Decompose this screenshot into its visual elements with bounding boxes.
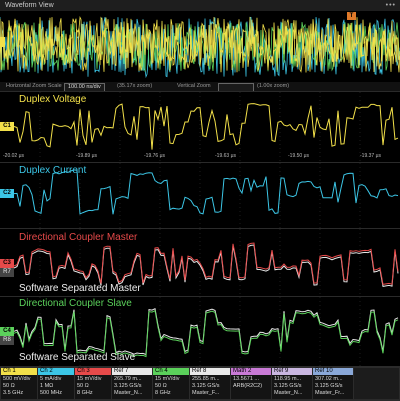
ref8-badge[interactable]: R8 xyxy=(0,336,14,345)
add-channel-area[interactable] xyxy=(354,368,399,399)
channel-tile-name: Ch 4 xyxy=(153,368,189,375)
channel-tile-line: 255.85 m... xyxy=(192,376,220,382)
channel-tile-line: ARB(R2C2) xyxy=(233,383,263,389)
zoom-scale-bar: Horizontal Zoom Scale 100.00 ns/div (35.… xyxy=(0,82,400,92)
channel-tile-line: 3.125 GS/s xyxy=(114,383,142,389)
channel-tile-name: Ch 3 xyxy=(75,368,111,375)
overview-waveform-plot xyxy=(0,11,400,82)
channel-tile-ref9[interactable]: Ref 9 118.95 m... 3.125 GS/s Master_N... xyxy=(272,368,312,399)
panel-title-coupler-slave: Directional Coupler Slave xyxy=(19,298,132,309)
overview-ch1-marker xyxy=(0,37,5,47)
panel-directional-coupler-master[interactable]: Directional Coupler Master Software Sepa… xyxy=(0,228,400,297)
channel-tile-line: 3.125 GS/s xyxy=(274,383,302,389)
time-tick: -20.02 μs xyxy=(3,153,24,159)
vertical-zoom-factor: (1.00x zoom) xyxy=(257,83,290,89)
channel-tile-line: 8 GHz xyxy=(155,390,171,396)
channel-tile-name: Ref 7 xyxy=(112,368,152,375)
window-menu-icon[interactable]: ••• xyxy=(386,0,396,11)
channel-tile-name: Ref 8 xyxy=(190,368,230,375)
ch4-badge[interactable]: C4 xyxy=(0,327,14,336)
channel-tile-name: Ch 2 xyxy=(38,368,74,375)
vertical-zoom-label: Vertical Zoom xyxy=(177,83,211,89)
channel-tile-line: 15 mV/div xyxy=(155,376,180,382)
channel-tile-ch1[interactable]: Ch 1 500 mV/div 50 Ω 3.5 GHz xyxy=(1,368,37,399)
channel-tile-line: 50 Ω xyxy=(3,383,15,389)
channel-tile-ref10[interactable]: Ref 10 307.02 m... 3.125 GS/s Master_Fr.… xyxy=(313,368,353,399)
time-tick: -19.50 μs xyxy=(288,153,309,159)
channel-tile-name: Ch 1 xyxy=(1,368,37,375)
channel-tile-line: 13.5671 ... xyxy=(233,376,259,382)
horizontal-zoom-factor: (35.17x zoom) xyxy=(117,83,153,89)
trigger-marker-icon[interactable]: T xyxy=(347,12,356,20)
overview-waveform[interactable]: T xyxy=(0,11,400,82)
channel-tile-name: Math 2 xyxy=(231,368,271,375)
ch3-badge[interactable]: C3 xyxy=(0,259,14,268)
channel-tile-line: Master_N... xyxy=(114,390,143,396)
panel-duplex-voltage[interactable]: Duplex Voltage C1 -20.02 μs -19.89 μs -1… xyxy=(0,91,400,163)
channel-tile-line: 5 mA/div xyxy=(40,376,62,382)
panel-duplex-current[interactable]: Duplex Current C2 xyxy=(0,162,400,229)
channel-tile-line: 265.79 m... xyxy=(114,376,142,382)
ref7-badge[interactable]: R7 xyxy=(0,268,14,277)
horizontal-zoom-label: Horizontal Zoom Scale xyxy=(6,83,62,89)
channel-tile-line: 307.02 m... xyxy=(315,376,343,382)
channel-tile-line: 500 mV/div xyxy=(3,376,31,382)
channel-tile-math2[interactable]: Math 2 13.5671 ... ARB(R2C2) xyxy=(231,368,271,399)
channel-tile-line: 3.5 GHz xyxy=(3,390,24,396)
time-tick: -19.89 μs xyxy=(76,153,97,159)
time-tick: -19.76 μs xyxy=(144,153,165,159)
channel-tile-line: 500 MHz xyxy=(40,390,63,396)
channel-tile-ref7[interactable]: Ref 7 265.79 m... 3.125 GS/s Master_N... xyxy=(112,368,152,399)
panel-subtitle-software-slave: Software Separated Slave xyxy=(19,352,136,363)
channel-tile-line: Master_F... xyxy=(192,390,220,396)
waveform-view-titlebar: Waveform View ••• xyxy=(0,0,400,11)
ch1-badge[interactable]: C1 xyxy=(0,122,14,131)
panel-title-duplex-voltage: Duplex Voltage xyxy=(19,94,87,105)
channel-tile-line: 50 Ω xyxy=(77,383,89,389)
channel-settings-bar: Ch 1 500 mV/div 50 Ω 3.5 GHz Ch 2 5 mA/d… xyxy=(0,366,400,401)
channel-tile-line: 3.125 GS/s xyxy=(192,383,220,389)
channel-tile-ref8[interactable]: Ref 8 255.85 m... 3.125 GS/s Master_F... xyxy=(190,368,230,399)
channel-tile-ch3[interactable]: Ch 3 15 mV/div 50 Ω 8 GHz xyxy=(75,368,111,399)
channel-tile-line: Master_Fr... xyxy=(315,390,345,396)
channel-tile-line: 15 mV/div xyxy=(77,376,102,382)
channel-tile-line: 118.95 m... xyxy=(274,376,302,382)
channel-tile-ch2[interactable]: Ch 2 5 mA/div 1 MΩ 500 MHz xyxy=(38,368,74,399)
panel-subtitle-software-master: Software Separated Master xyxy=(19,283,141,294)
time-tick: -19.37 μs xyxy=(360,153,381,159)
channel-tile-line: 1 MΩ xyxy=(40,383,54,389)
channel-tile-line: 50 Ω xyxy=(155,383,167,389)
channel-tile-name: Ref 10 xyxy=(313,368,353,375)
channel-tile-name: Ref 9 xyxy=(272,368,312,375)
panel-title-coupler-master: Directional Coupler Master xyxy=(19,232,138,243)
window-title: Waveform View xyxy=(5,2,54,9)
ch2-badge[interactable]: C2 xyxy=(0,189,14,198)
channel-tile-line: 3.125 GS/s xyxy=(315,383,343,389)
channel-tile-line: Master_N... xyxy=(274,390,303,396)
channel-tile-line: 8 GHz xyxy=(77,390,93,396)
time-tick: -19.63 μs xyxy=(215,153,236,159)
channel-tile-ch4[interactable]: Ch 4 15 mV/div 50 Ω 8 GHz xyxy=(153,368,189,399)
panel-title-duplex-current: Duplex Current xyxy=(19,165,87,176)
panel-directional-coupler-slave[interactable]: Directional Coupler Slave Software Separ… xyxy=(0,296,400,367)
